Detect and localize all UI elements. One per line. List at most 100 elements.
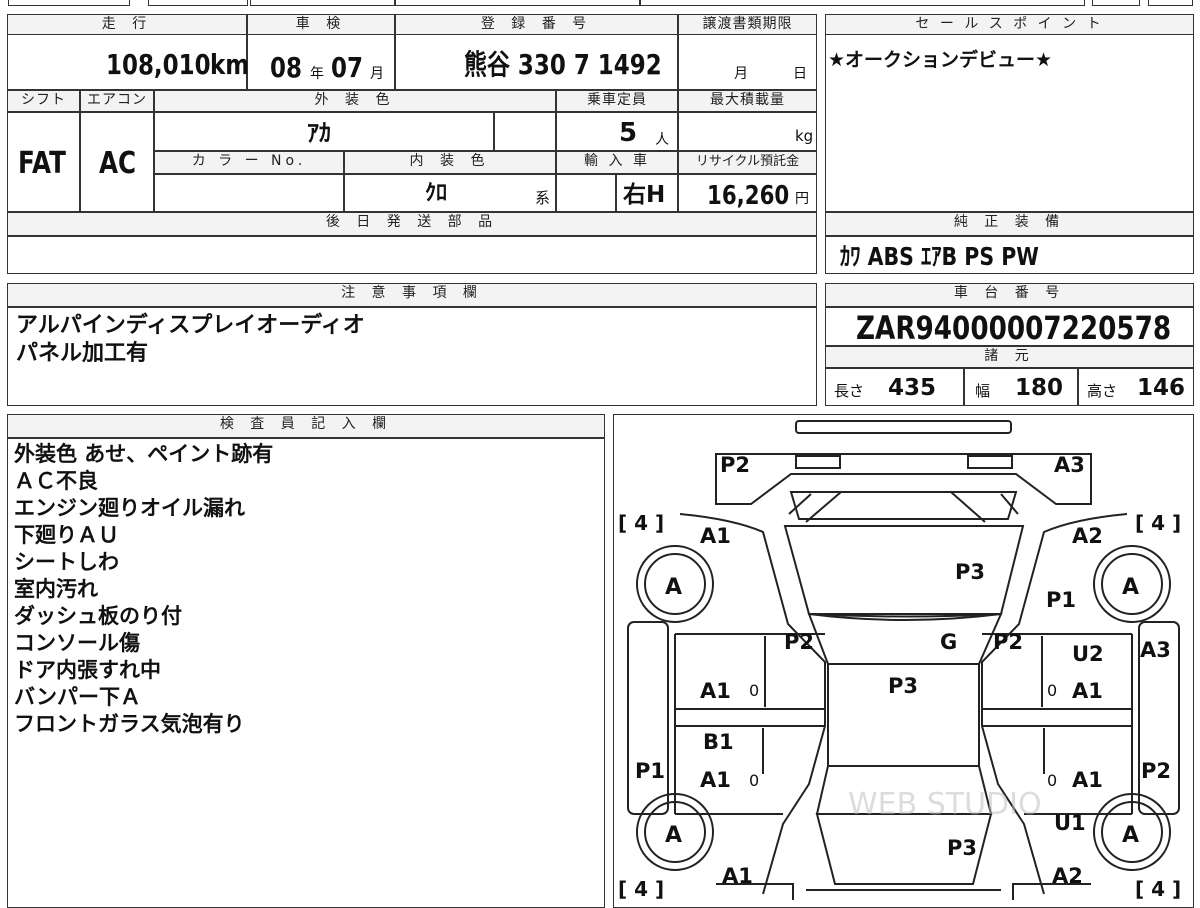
mileage-cell: 108,010 km <box>7 34 250 90</box>
max-load-label: 最大積載量 <box>678 90 817 112</box>
exterior-color-code-cell <box>494 112 556 151</box>
inspection-year: 08 <box>270 51 302 84</box>
damage-windshield-center: G <box>940 630 958 654</box>
top-strip-left <box>8 0 130 6</box>
length-cell: 長さ 435 <box>825 368 964 406</box>
recycle-cell: 16,260 円 <box>678 174 817 212</box>
inspector-line-1: 外装色 あせ、ペイント跡有 <box>14 442 274 466</box>
width-value: 180 <box>1015 375 1064 401</box>
damage-hood: P3 <box>955 560 986 584</box>
inspection-year-unit: 年 <box>310 66 324 82</box>
damage-door-front-right-top: U2 <box>1072 642 1104 666</box>
aircon-label: エアコン <box>80 90 154 112</box>
tire-label-fl: A <box>665 575 682 600</box>
tire-count-rr: [ 4 ] <box>1135 877 1181 900</box>
interior-color-cell: ｸﾛ 系 <box>344 174 556 212</box>
damage-door-rear-left-top: B1 <box>703 730 734 754</box>
tire-label-rr: A <box>1122 823 1139 848</box>
height-label: 高さ <box>1087 382 1118 400</box>
top-strip-3 <box>395 0 640 6</box>
car-outline-diagram: WEB STUDIO A A A A [ 4 ] [ 4 ] [ 4 ] [ 4… <box>618 420 1181 900</box>
registration-value: 熊谷 330 7 1492 <box>464 48 662 81</box>
inspector-line-5: シートしわ <box>14 550 119 574</box>
equipment-value: ｶﾜ ABS ｴｱB PS PW <box>840 242 1039 271</box>
damage-fender-front-right: A2 <box>1072 524 1103 548</box>
chassis-label: 車 台 番 号 <box>825 283 1194 307</box>
notes-line-1: アルパインディスプレイオーディオ <box>16 313 365 338</box>
tire-count-fl: [ 4 ] <box>618 511 664 535</box>
damage-windshield-left: P2 <box>784 630 815 654</box>
top-strip-1 <box>148 0 248 6</box>
interior-color-suffix: 系 <box>535 189 551 207</box>
mileage-unit: km <box>210 48 250 81</box>
recycle-value: 16,260 <box>707 181 790 211</box>
notes-label: 注 意 事 項 欄 <box>7 283 817 307</box>
handle-mark-rl: 0 <box>749 771 759 790</box>
sales-point-box: ★オークションデビュー★ <box>825 34 1194 212</box>
damage-rear-right-upper: U1 <box>1054 811 1086 835</box>
tire-label-fr: A <box>1122 575 1139 600</box>
top-strip-5 <box>1092 0 1140 6</box>
svg-text:WEB STUDIO: WEB STUDIO <box>848 787 1042 822</box>
handle-mark-rr: 0 <box>1047 771 1057 790</box>
transfer-deadline-label: 譲渡書類期限 <box>678 14 817 35</box>
mileage-label: 走 行 <box>7 14 247 35</box>
damage-front-left: P2 <box>720 453 751 477</box>
damage-door-rear-left: A1 <box>700 768 731 792</box>
damage-side-left-edge: P1 <box>635 759 666 783</box>
recycle-unit: 円 <box>795 191 809 207</box>
height-value: 146 <box>1137 375 1186 401</box>
sales-point-label: セ ー ル ス ポ イ ン ト <box>825 14 1194 35</box>
exterior-color-value: ｱｶ <box>307 119 331 147</box>
handle-mark-fl: 0 <box>749 681 759 700</box>
max-load-unit: kg <box>795 127 814 145</box>
import-blank-cell <box>556 174 616 212</box>
aircon-cell: AC <box>80 112 154 212</box>
damage-rear-right: A2 <box>1052 864 1083 888</box>
color-no-label: カ ラ ー No. <box>154 151 344 174</box>
top-strip-6 <box>1148 0 1193 6</box>
damage-door-front-left: A1 <box>700 679 731 703</box>
equipment-box: ｶﾜ ABS ｴｱB PS PW <box>825 236 1194 274</box>
damage-door-rear-right: A1 <box>1072 768 1103 792</box>
shift-label: シフト <box>7 90 80 112</box>
exterior-color-label: 外 装 色 <box>154 90 556 112</box>
tire-label-rl: A <box>665 823 682 848</box>
damage-fender-right-side: P1 <box>1046 588 1077 612</box>
exterior-color-cell: ｱｶ <box>154 112 494 151</box>
dims-label: 諸 元 <box>825 346 1194 368</box>
width-label: 幅 <box>975 382 991 400</box>
sales-point-text: ★オークションデビュー★ <box>828 49 1053 71</box>
inspector-label: 検 査 員 記 入 欄 <box>7 414 605 438</box>
shift-value: FAT <box>18 146 66 181</box>
import-label: 輸 入 車 <box>556 151 678 174</box>
chassis-number: ZAR94000007220578 <box>856 309 1172 347</box>
damage-fender-front-left: A1 <box>700 524 731 548</box>
inspector-line-8: コンソール傷 <box>14 631 140 655</box>
inspector-box: 外装色 あせ、ペイント跡有 ＡＣ不良 エンジン廻りオイル漏れ 下廻りＡＵ シート… <box>7 438 605 908</box>
equipment-label: 純 正 装 備 <box>825 212 1194 236</box>
inspection-label: 車 検 <box>247 14 395 35</box>
registration-cell: 熊谷 330 7 1492 <box>395 34 678 90</box>
max-load-cell: kg <box>678 112 817 151</box>
interior-color-value: ｸﾛ <box>425 181 448 206</box>
damage-rear-left: A1 <box>722 864 753 888</box>
transfer-deadline-cell: 月 日 <box>678 34 817 90</box>
damage-roof: P3 <box>888 674 919 698</box>
damage-side-right-edge-rear: P2 <box>1141 759 1172 783</box>
interior-color-label: 内 装 色 <box>344 151 556 174</box>
chassis-box: ZAR94000007220578 <box>825 307 1194 346</box>
capacity-value: 5 <box>619 118 638 148</box>
inspection-month-unit: 月 <box>370 66 384 82</box>
inspector-line-11: フロントガラス気泡有り <box>14 712 245 736</box>
aircon-value: AC <box>99 146 137 181</box>
inspector-line-10: バンパー下Ａ <box>14 685 142 709</box>
shift-cell: FAT <box>7 112 80 212</box>
damage-trunk: P3 <box>947 836 978 860</box>
width-cell: 幅 180 <box>964 368 1078 406</box>
top-strip-2 <box>250 0 395 6</box>
recycle-label: リサイクル預託金 <box>678 151 817 174</box>
tire-count-rl: [ 4 ] <box>618 877 664 900</box>
length-label: 長さ <box>834 382 865 400</box>
transfer-day-unit: 日 <box>793 66 807 82</box>
